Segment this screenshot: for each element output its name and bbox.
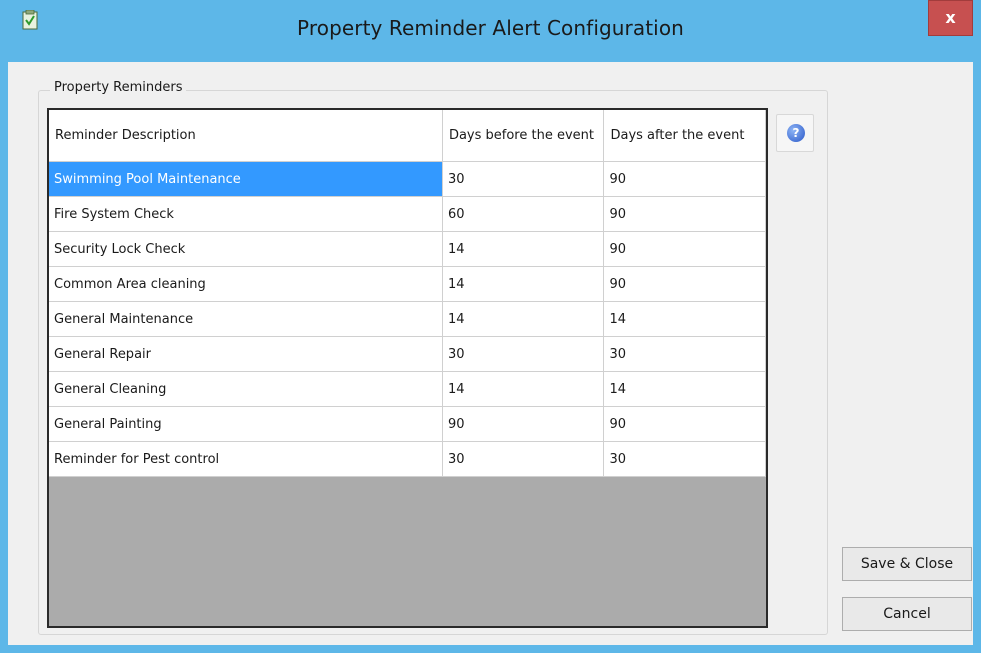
cell-days-before[interactable]: 14 bbox=[442, 266, 605, 302]
cell-days-after[interactable]: 90 bbox=[603, 231, 766, 267]
grid-header-row: Reminder Description Days before the eve… bbox=[49, 110, 766, 162]
dialog-body: Property Reminders Reminder Description … bbox=[8, 62, 973, 645]
cell-days-after[interactable]: 30 bbox=[603, 441, 766, 477]
table-row[interactable]: General Maintenance 14 14 bbox=[49, 301, 766, 337]
help-button[interactable]: ? bbox=[776, 114, 814, 152]
cell-days-after[interactable]: 90 bbox=[603, 266, 766, 302]
reminders-table: Reminder Description Days before the eve… bbox=[49, 110, 766, 477]
cell-days-after[interactable]: 90 bbox=[603, 161, 766, 197]
cell-description[interactable]: Common Area cleaning bbox=[49, 266, 443, 302]
table-row[interactable]: Fire System Check 60 90 bbox=[49, 196, 766, 232]
cell-days-before[interactable]: 90 bbox=[442, 406, 605, 442]
cancel-button[interactable]: Cancel bbox=[842, 597, 972, 631]
cell-days-after[interactable]: 14 bbox=[603, 371, 766, 407]
table-row[interactable]: Common Area cleaning 14 90 bbox=[49, 266, 766, 302]
save-close-button[interactable]: Save & Close bbox=[842, 547, 972, 581]
cell-description[interactable]: General Painting bbox=[49, 406, 443, 442]
cell-days-before[interactable]: 30 bbox=[442, 441, 605, 477]
cell-days-before[interactable]: 14 bbox=[442, 301, 605, 337]
dialog-window: Property Reminder Alert Configuration x … bbox=[0, 0, 981, 653]
cell-description[interactable]: General Repair bbox=[49, 336, 443, 372]
cell-description[interactable]: General Maintenance bbox=[49, 301, 443, 337]
cell-days-before[interactable]: 60 bbox=[442, 196, 605, 232]
cell-days-after[interactable]: 90 bbox=[603, 196, 766, 232]
cell-days-before[interactable]: 30 bbox=[442, 336, 605, 372]
cell-days-before[interactable]: 30 bbox=[442, 161, 605, 197]
column-header-days-after[interactable]: Days after the event bbox=[603, 110, 766, 162]
cell-description[interactable]: Reminder for Pest control bbox=[49, 441, 443, 477]
table-row[interactable]: Reminder for Pest control 30 30 bbox=[49, 441, 766, 477]
groupbox-label: Property Reminders bbox=[50, 80, 187, 95]
table-row[interactable]: General Repair 30 30 bbox=[49, 336, 766, 372]
column-header-days-before[interactable]: Days before the event bbox=[442, 110, 605, 162]
cell-days-before[interactable]: 14 bbox=[442, 231, 605, 267]
cell-description[interactable]: General Cleaning bbox=[49, 371, 443, 407]
table-row[interactable]: General Painting 90 90 bbox=[49, 406, 766, 442]
reminders-grid[interactable]: Reminder Description Days before the eve… bbox=[47, 108, 768, 628]
cell-description[interactable]: Swimming Pool Maintenance bbox=[49, 161, 443, 197]
cell-days-after[interactable]: 14 bbox=[603, 301, 766, 337]
window-title: Property Reminder Alert Configuration bbox=[297, 16, 684, 40]
cell-description[interactable]: Security Lock Check bbox=[49, 231, 443, 267]
column-header-description[interactable]: Reminder Description bbox=[49, 110, 443, 162]
table-row[interactable]: Swimming Pool Maintenance 30 90 bbox=[49, 161, 766, 197]
title-bar[interactable]: Property Reminder Alert Configuration x bbox=[0, 0, 981, 62]
close-button[interactable]: x bbox=[928, 0, 973, 36]
table-row[interactable]: General Cleaning 14 14 bbox=[49, 371, 766, 407]
table-row[interactable]: Security Lock Check 14 90 bbox=[49, 231, 766, 267]
cell-days-before[interactable]: 14 bbox=[442, 371, 605, 407]
cell-description[interactable]: Fire System Check bbox=[49, 196, 443, 232]
cell-days-after[interactable]: 90 bbox=[603, 406, 766, 442]
cell-days-after[interactable]: 30 bbox=[603, 336, 766, 372]
help-icon: ? bbox=[787, 124, 805, 142]
